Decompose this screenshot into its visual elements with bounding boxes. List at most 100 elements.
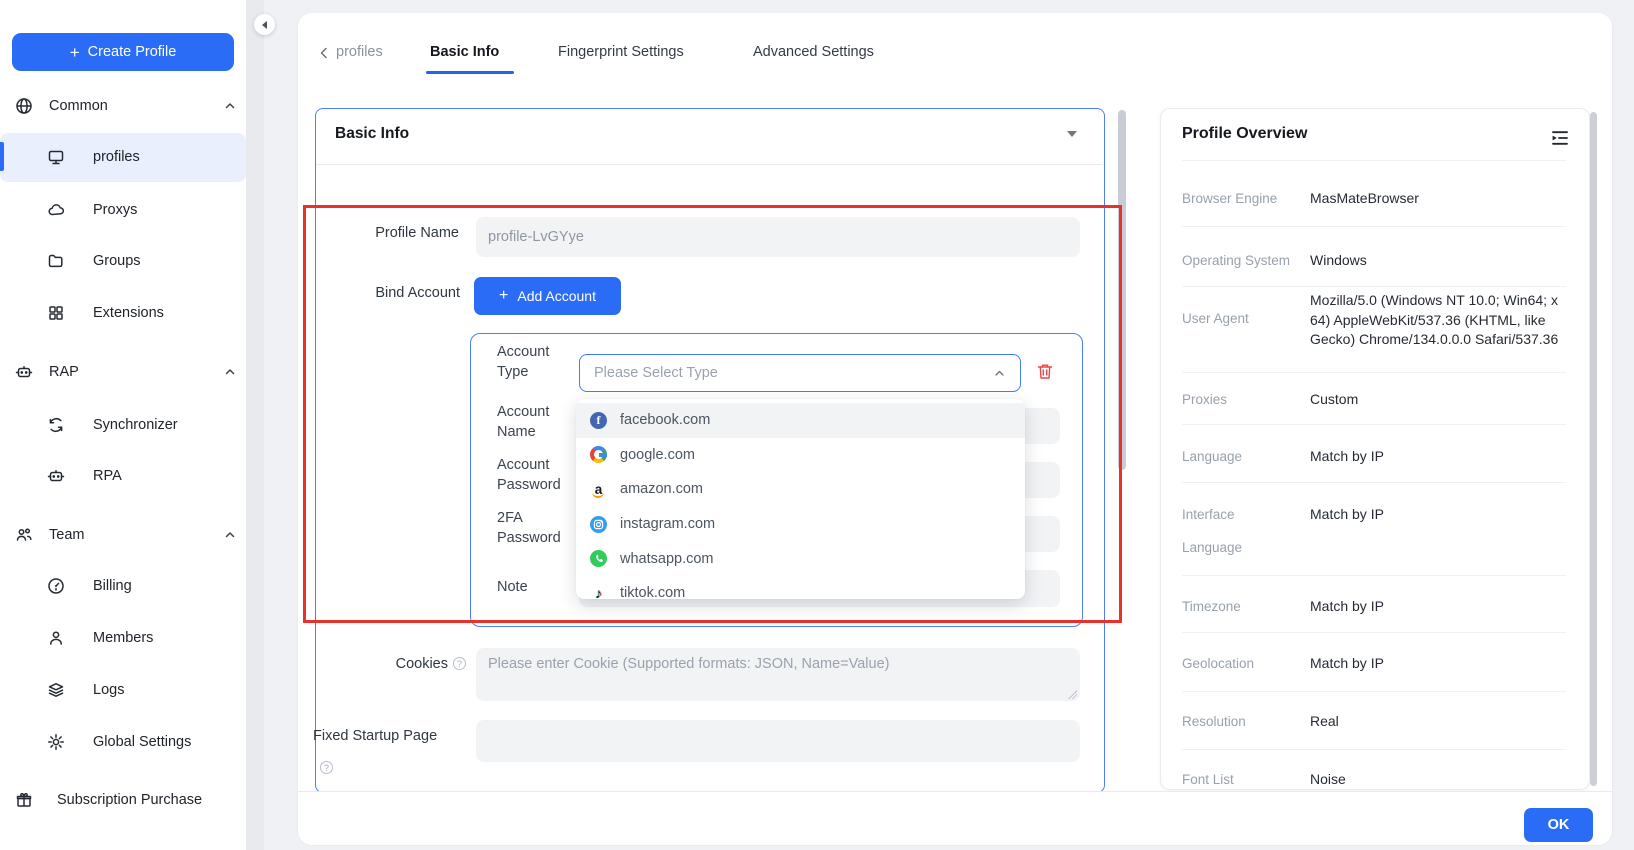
delete-account-icon[interactable] <box>1036 362 1054 381</box>
textarea-resize-handle[interactable] <box>1068 690 1077 699</box>
dropdown-option-label: instagram.com <box>620 516 715 532</box>
sidebar-item-billing[interactable]: Billing <box>0 568 246 604</box>
account-type-dropdown: f facebook.com google.com a amazon.com i… <box>576 399 1025 599</box>
dropdown-option-whatsapp[interactable]: whatsapp.com <box>576 541 1025 576</box>
sidebar-group-common-label: Common <box>49 98 108 114</box>
sidebar: + Create Profile Common profiles Proxys <box>0 0 246 850</box>
chevron-up-icon <box>224 100 236 112</box>
dropdown-option-label: whatsapp.com <box>620 551 714 567</box>
sidebar-item-rpa[interactable]: RPA <box>0 458 246 494</box>
robot-icon <box>47 467 65 485</box>
chevron-left-icon[interactable] <box>318 47 330 59</box>
sidebar-item-extensions-label: Extensions <box>93 305 164 321</box>
overview-divider <box>1182 286 1566 287</box>
overview-row-label: Operating System <box>1182 251 1302 270</box>
overview-divider <box>1182 575 1566 576</box>
plus-icon: + <box>499 288 508 304</box>
sidebar-item-global-settings-label: Global Settings <box>93 734 191 750</box>
cookies-help-icon[interactable]: ? <box>453 657 466 670</box>
overview-row-label: Language <box>1182 447 1294 466</box>
overview-divider <box>1182 372 1566 373</box>
breadcrumb[interactable]: profiles <box>336 44 383 60</box>
team-icon <box>15 526 33 544</box>
chevron-up-icon <box>993 367 1006 380</box>
fixed-startup-page-input[interactable] <box>476 720 1080 762</box>
cloud-icon <box>47 201 65 219</box>
sidebar-item-members[interactable]: Members <box>0 620 246 656</box>
overview-row-value: Match by IP <box>1310 447 1578 467</box>
add-account-button[interactable]: + Add Account <box>474 277 621 315</box>
gear-icon <box>47 733 65 751</box>
content-scrollbar[interactable] <box>1118 110 1126 470</box>
sidebar-item-groups[interactable]: Groups <box>0 243 246 279</box>
dropdown-option-google[interactable]: google.com <box>576 438 1025 473</box>
sidebar-group-rap-label: RAP <box>49 364 79 380</box>
ok-button[interactable]: OK <box>1524 808 1593 842</box>
folder-icon <box>47 252 65 270</box>
tfa-password-label: 2FA Password <box>497 508 577 548</box>
layers-icon <box>47 681 65 699</box>
sidebar-item-synchronizer-label: Synchronizer <box>93 417 178 433</box>
overview-row-value: Custom <box>1310 390 1578 410</box>
overview-divider <box>1182 482 1566 483</box>
add-account-label: Add Account <box>517 288 596 304</box>
gift-icon <box>15 791 33 809</box>
account-name-label: Account Name <box>497 402 577 442</box>
dropdown-option-tiktok[interactable]: ♪ tiktok.com <box>576 576 1025 599</box>
sidebar-item-subscription[interactable]: Subscription Purchase <box>0 782 246 818</box>
sidebar-item-global-settings[interactable]: Global Settings <box>0 724 246 760</box>
overview-scrollbar[interactable] <box>1590 112 1597 786</box>
sidebar-item-profiles-label: profiles <box>93 149 140 165</box>
sidebar-item-rpa-label: RPA <box>93 468 122 484</box>
sidebar-item-profiles[interactable]: profiles <box>0 139 246 175</box>
account-type-label: Account Type <box>497 342 577 382</box>
facebook-icon: f <box>590 412 607 429</box>
dropdown-option-facebook[interactable]: f facebook.com <box>576 403 1025 438</box>
tab-fingerprint-settings[interactable]: Fingerprint Settings <box>558 44 684 60</box>
sidebar-collapse-button[interactable] <box>254 14 275 35</box>
sidebar-group-team[interactable]: Team <box>0 517 246 553</box>
plus-icon: + <box>70 44 80 61</box>
fixed-startup-help-icon[interactable]: ? <box>320 761 333 774</box>
tab-basic-info[interactable]: Basic Info <box>430 44 499 60</box>
sidebar-item-extensions[interactable]: Extensions <box>0 295 246 331</box>
active-tab-underline <box>426 71 514 74</box>
amazon-icon: a <box>590 481 607 498</box>
create-profile-label: Create Profile <box>88 44 177 60</box>
overview-row-label: Geolocation <box>1182 654 1294 673</box>
gauge-icon <box>47 577 65 595</box>
sidebar-group-common[interactable]: Common <box>0 88 246 124</box>
create-profile-button[interactable]: + Create Profile <box>12 33 234 71</box>
sidebar-item-logs[interactable]: Logs <box>0 672 246 708</box>
collapse-overview-icon[interactable] <box>1551 130 1569 146</box>
profile-overview-title: Profile Overview <box>1182 125 1307 143</box>
tab-advanced-settings[interactable]: Advanced Settings <box>753 44 874 60</box>
sidebar-item-proxys[interactable]: Proxys <box>0 192 246 228</box>
basic-info-title: Basic Info <box>335 125 409 143</box>
overview-row-value: Windows <box>1310 251 1578 271</box>
collapse-arrow-icon <box>262 21 267 29</box>
sidebar-item-synchronizer[interactable]: Synchronizer <box>0 407 246 443</box>
fixed-startup-page-label: Fixed Startup Page <box>313 728 445 744</box>
section-divider <box>316 164 1102 165</box>
sidebar-group-team-label: Team <box>49 527 84 543</box>
sync-icon <box>47 416 65 434</box>
dropdown-option-instagram[interactable]: instagram.com <box>576 507 1025 542</box>
dropdown-option-amazon[interactable]: a amazon.com <box>576 472 1025 507</box>
overview-row-value: Match by IP <box>1310 597 1578 617</box>
cookies-textarea[interactable] <box>476 648 1080 701</box>
profile-name-label: Profile Name <box>315 225 459 241</box>
profile-name-input[interactable] <box>476 217 1080 257</box>
google-icon <box>590 446 607 463</box>
account-password-label: Account Password <box>497 455 577 495</box>
grid-icon <box>47 304 65 322</box>
sidebar-item-subscription-label: Subscription Purchase <box>57 792 202 808</box>
overview-divider <box>1182 632 1566 633</box>
dropdown-option-label: amazon.com <box>620 481 703 497</box>
account-type-select[interactable]: Please Select Type <box>579 354 1021 392</box>
overview-row-label: Interface Language <box>1182 498 1262 564</box>
sidebar-group-rap[interactable]: RAP <box>0 354 246 390</box>
section-collapse-caret-icon[interactable] <box>1067 131 1077 137</box>
robot-icon <box>15 363 33 381</box>
overview-row-label: User Agent <box>1182 309 1294 328</box>
